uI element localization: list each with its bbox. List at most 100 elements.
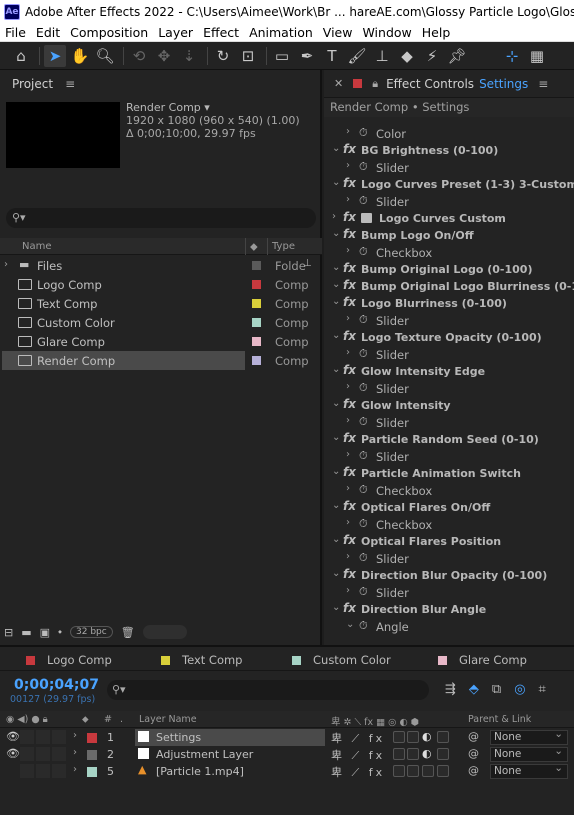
effect-controls-layer-name[interactable]: Settings <box>479 77 528 91</box>
layer-name[interactable]: [Particle 1.mp4] <box>156 765 244 778</box>
lock-icon[interactable]: 🔒︎ <box>372 77 378 91</box>
layer-name[interactable]: Settings <box>156 731 201 744</box>
column-layer-name[interactable]: Layer Name <box>139 714 197 725</box>
column-divider[interactable] <box>267 238 268 255</box>
new-folder-icon[interactable]: ▬ <box>21 626 31 639</box>
menu-effect[interactable]: Effect <box>203 25 239 40</box>
stopwatch-icon[interactable]: ⏱︎ <box>359 551 368 565</box>
stopwatch-icon[interactable]: ⏱︎ <box>359 313 368 327</box>
stopwatch-icon[interactable]: ⏱︎ <box>359 160 368 174</box>
dolly-camera-icon[interactable]: ⇣ <box>178 45 200 67</box>
stopwatch-icon[interactable]: ⏱︎ <box>359 381 368 395</box>
3d-layer-switch[interactable] <box>437 765 449 777</box>
fx-toggle-icon[interactable]: fx <box>343 142 356 156</box>
effect-row[interactable]: ⌄ fx Direction Blur Angle <box>324 601 574 618</box>
collapse-arrow-icon[interactable]: ⌄ <box>332 398 340 409</box>
menu-composition[interactable]: Composition <box>70 25 148 40</box>
label-color-swatch[interactable] <box>252 299 261 308</box>
expand-arrow-icon[interactable]: › <box>4 259 8 270</box>
expand-arrow-icon[interactable]: › <box>73 747 77 758</box>
collapse-arrow-icon[interactable]: ⌄ <box>332 602 340 613</box>
menu-file[interactable]: File <box>5 25 26 40</box>
quality-switch[interactable] <box>393 765 405 777</box>
column-parent-link[interactable]: Parent & Link <box>468 714 531 725</box>
menu-animation[interactable]: Animation <box>249 25 313 40</box>
effect-row[interactable]: ⌄fx Bump Original Logo Blurriness (0-100) <box>324 278 574 295</box>
fx-toggle-icon[interactable]: fx <box>343 533 356 547</box>
effect-property-row[interactable]: › ⏱︎ Slider <box>324 312 574 329</box>
stopwatch-icon[interactable]: ⏱︎ <box>359 126 368 140</box>
effect-row[interactable]: ⌄ fx Bump Original Logo (0-100) <box>324 261 574 278</box>
expand-arrow-icon[interactable]: › <box>346 483 350 494</box>
fx-toggle-icon[interactable]: fx <box>343 295 356 309</box>
audio-toggle[interactable] <box>20 730 34 744</box>
workspace-icon[interactable]: ⊹ <box>501 45 523 67</box>
label-color-swatch[interactable] <box>87 733 97 743</box>
effect-controls-tab[interactable]: Effect Controls <box>386 77 474 91</box>
brush-tool-icon[interactable]: 🖌︎ <box>346 45 368 67</box>
label-color-swatch[interactable] <box>252 280 261 289</box>
effect-property-row[interactable]: ⌄ ⏱︎ Angle <box>324 618 574 635</box>
pan-behind-icon[interactable]: ⊡ <box>237 45 259 67</box>
layer-switches-icons[interactable]: 卑 ⟋ fx <box>331 747 385 763</box>
fx-toggle-icon[interactable]: fx <box>343 601 356 615</box>
effect-property-row[interactable]: › ⏱︎ Slider <box>324 193 574 210</box>
3d-layer-switch[interactable] <box>437 748 449 760</box>
fx-toggle-icon[interactable]: fx <box>343 278 356 292</box>
menu-edit[interactable]: Edit <box>36 25 60 40</box>
effect-row[interactable]: ⌄ fx Direction Blur Opacity (0-100) <box>324 567 574 584</box>
panel-menu-icon[interactable]: ≡ <box>538 77 548 91</box>
stopwatch-icon[interactable]: ⏱︎ <box>359 194 368 208</box>
expand-arrow-icon[interactable]: › <box>346 194 350 205</box>
trash-icon[interactable]: 🗑︎ <box>121 626 135 639</box>
fx-toggle-icon[interactable]: fx <box>343 227 356 241</box>
lock-toggle[interactable] <box>52 747 66 761</box>
effect-property-row[interactable]: › ⏱︎ Slider <box>324 550 574 567</box>
project-item[interactable]: Text Comp Comp <box>0 294 322 313</box>
layer-row[interactable]: 👁︎ › 2 Adjustment Layer 卑 ⟋ fx ◐ @ None <box>0 745 574 763</box>
expand-arrow-icon[interactable]: › <box>346 160 350 171</box>
fx-toggle-icon[interactable]: fx <box>343 499 356 513</box>
expand-arrow-icon[interactable]: › <box>346 415 350 426</box>
current-timecode[interactable]: 0;00;04;07 <box>14 677 99 693</box>
orbit-camera-icon[interactable]: ⟲ <box>128 45 150 67</box>
collapse-arrow-icon[interactable]: ⌄ <box>332 262 340 273</box>
collapse-arrow-icon[interactable]: ⌄ <box>332 432 340 443</box>
stopwatch-icon[interactable]: ⏱︎ <box>359 449 368 463</box>
project-settings-icon[interactable]: ⬩ <box>58 625 62 639</box>
effect-property-row[interactable]: › ⏱︎ Slider <box>324 346 574 363</box>
eraser-tool-icon[interactable]: ◆ <box>396 45 418 67</box>
collapse-arrow-icon[interactable]: ⌄ <box>332 534 340 545</box>
menu-layer[interactable]: Layer <box>158 25 193 40</box>
expand-arrow-icon[interactable]: › <box>332 211 336 222</box>
expand-arrow-icon[interactable]: › <box>346 449 350 460</box>
effect-row[interactable]: ⌄ fx Particle Random Seed (0-10) <box>324 431 574 448</box>
adjustment-layer-icon[interactable]: ◐ <box>422 747 432 760</box>
audio-toggle[interactable] <box>20 747 34 761</box>
timeline-search-input[interactable]: ⚲▾ <box>107 680 429 700</box>
parent-dropdown[interactable]: None <box>490 728 568 745</box>
collapse-arrow-icon[interactable]: ⌄ <box>332 296 340 307</box>
expand-arrow-icon[interactable]: › <box>346 245 350 256</box>
collapse-arrow-icon[interactable]: ⌄ <box>346 619 354 630</box>
collapse-arrow-icon[interactable]: ⌄ <box>332 500 340 511</box>
timeline-tab[interactable]: Custom Color <box>292 653 391 667</box>
solo-toggle[interactable] <box>36 764 50 778</box>
rectangle-tool-icon[interactable]: ▭ <box>271 45 293 67</box>
layer-switches-icons[interactable]: 卑 ⟋ fx <box>331 764 385 780</box>
stopwatch-icon[interactable]: ⏱︎ <box>359 245 368 259</box>
expand-arrow-icon[interactable]: › <box>73 764 77 775</box>
selection-tool-icon[interactable]: ➤ <box>44 44 66 67</box>
project-item[interactable]: › ▬ Files Folde ⊥ <box>0 256 322 275</box>
visibility-eye-icon[interactable]: 👁︎ <box>6 747 20 760</box>
fx-toggle-icon[interactable]: fx <box>343 329 356 343</box>
column-name[interactable]: Name <box>22 241 52 252</box>
pan-camera-icon[interactable]: ✥ <box>153 45 175 67</box>
adjustment-switch[interactable] <box>422 765 434 777</box>
close-panel-icon[interactable]: ✕ <box>334 77 343 90</box>
layer-name[interactable]: Adjustment Layer <box>156 748 253 761</box>
pick-whip-icon[interactable]: @ <box>468 730 479 743</box>
zoom-tool-icon[interactable]: 🔍︎ <box>94 45 116 67</box>
lock-toggle[interactable] <box>52 764 66 778</box>
new-comp-icon[interactable]: ▣ <box>40 626 50 639</box>
